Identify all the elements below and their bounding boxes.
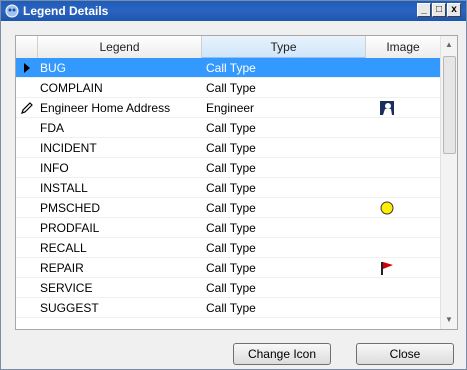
restore-icon[interactable]: □ xyxy=(432,3,446,17)
row-indicator xyxy=(16,78,38,98)
cell-type: Call Type xyxy=(206,281,256,295)
row-indicator xyxy=(16,178,38,198)
cell-legend: REPAIR xyxy=(40,261,84,275)
cell-image xyxy=(368,158,438,178)
grid-header: Legend Type Image xyxy=(16,36,457,59)
cell-image xyxy=(368,78,438,98)
row-indicator xyxy=(16,218,38,238)
table-row[interactable]: SERVICE Call Type xyxy=(16,278,440,298)
cell-image xyxy=(368,178,438,198)
cell-legend: SERVICE xyxy=(40,281,93,295)
cell-legend: COMPLAIN xyxy=(40,81,103,95)
table-row[interactable]: PRODFAIL Call Type xyxy=(16,218,440,238)
cell-type: Call Type xyxy=(206,121,256,135)
row-indicator xyxy=(16,158,38,178)
current-row-arrow-icon xyxy=(16,58,38,78)
row-indicator xyxy=(16,258,38,278)
row-indicator xyxy=(16,278,38,298)
row-indicator-header xyxy=(16,36,38,58)
legend-details-window: Legend Details _ □ x Legend Type Image B… xyxy=(0,0,467,370)
legend-grid: Legend Type Image BUG Call Type COMPLAIN Ca… xyxy=(15,35,458,330)
scroll-down-icon[interactable]: ▼ xyxy=(442,313,456,327)
cell-type: Call Type xyxy=(206,301,256,315)
scroll-thumb[interactable] xyxy=(443,56,456,154)
table-row[interactable]: BUG Call Type xyxy=(16,58,440,78)
vertical-scrollbar[interactable]: ▲ ▼ xyxy=(440,36,457,329)
cell-legend: FDA xyxy=(40,121,64,135)
table-row[interactable]: SUGGEST Call Type xyxy=(16,298,440,318)
scroll-up-icon[interactable]: ▲ xyxy=(442,38,456,52)
table-row[interactable]: FDA Call Type xyxy=(16,118,440,138)
row-indicator xyxy=(16,238,38,258)
cell-image xyxy=(368,118,438,138)
app-icon xyxy=(5,4,19,18)
title-bar[interactable]: Legend Details _ □ x xyxy=(1,1,466,21)
table-row[interactable]: INCIDENT Call Type xyxy=(16,138,440,158)
column-header-image[interactable]: Image xyxy=(366,36,440,58)
cell-legend: BUG xyxy=(40,61,67,75)
cell-type: Call Type xyxy=(206,261,256,275)
column-header-legend[interactable]: Legend xyxy=(38,36,202,58)
row-indicator xyxy=(16,138,38,158)
cell-legend: INSTALL xyxy=(40,181,88,195)
close-button[interactable]: Close xyxy=(356,343,454,365)
cell-image xyxy=(368,58,438,78)
cell-type: Engineer xyxy=(206,101,255,115)
cell-type: Call Type xyxy=(206,181,256,195)
cell-image xyxy=(368,238,438,258)
close-icon[interactable]: x xyxy=(447,3,461,17)
cell-legend: PRODFAIL xyxy=(40,221,100,235)
cell-image xyxy=(368,218,438,238)
minimize-icon[interactable]: _ xyxy=(417,3,431,17)
table-row[interactable]: COMPLAIN Call Type xyxy=(16,78,440,98)
cell-type: Call Type xyxy=(206,81,256,95)
cell-legend: Engineer Home Address xyxy=(40,101,171,115)
cell-image xyxy=(368,278,438,298)
cell-type: Call Type xyxy=(206,61,256,75)
cell-legend: RECALL xyxy=(40,241,87,255)
cell-legend: INCIDENT xyxy=(40,141,97,155)
table-row[interactable]: INFO Call Type xyxy=(16,158,440,178)
cell-type: Call Type xyxy=(206,201,256,215)
cell-image xyxy=(368,138,438,158)
edit-pencil-icon xyxy=(16,98,38,118)
table-row[interactable]: Engineer Home Address Engineer xyxy=(16,98,440,118)
cell-type: Call Type xyxy=(206,221,256,235)
change-icon-button[interactable]: Change Icon xyxy=(233,343,331,365)
cell-image xyxy=(368,298,438,318)
engineer-icon xyxy=(368,98,438,118)
window-title: Legend Details xyxy=(23,4,109,18)
cell-legend: INFO xyxy=(40,161,69,175)
cell-legend: PMSCHED xyxy=(40,201,101,215)
red-flag-icon xyxy=(368,258,438,278)
row-indicator xyxy=(16,118,38,138)
cell-type: Call Type xyxy=(206,161,256,175)
table-row[interactable]: RECALL Call Type xyxy=(16,238,440,258)
row-indicator xyxy=(16,198,38,218)
cell-type: Call Type xyxy=(206,241,256,255)
yellow-circle-icon xyxy=(368,198,438,218)
column-header-type[interactable]: Type xyxy=(202,36,366,58)
cell-type: Call Type xyxy=(206,141,256,155)
table-row[interactable]: REPAIR Call Type xyxy=(16,258,440,278)
cell-legend: SUGGEST xyxy=(40,301,99,315)
table-row[interactable]: PMSCHED Call Type xyxy=(16,198,440,218)
row-indicator xyxy=(16,298,38,318)
table-row[interactable]: INSTALL Call Type xyxy=(16,178,440,198)
